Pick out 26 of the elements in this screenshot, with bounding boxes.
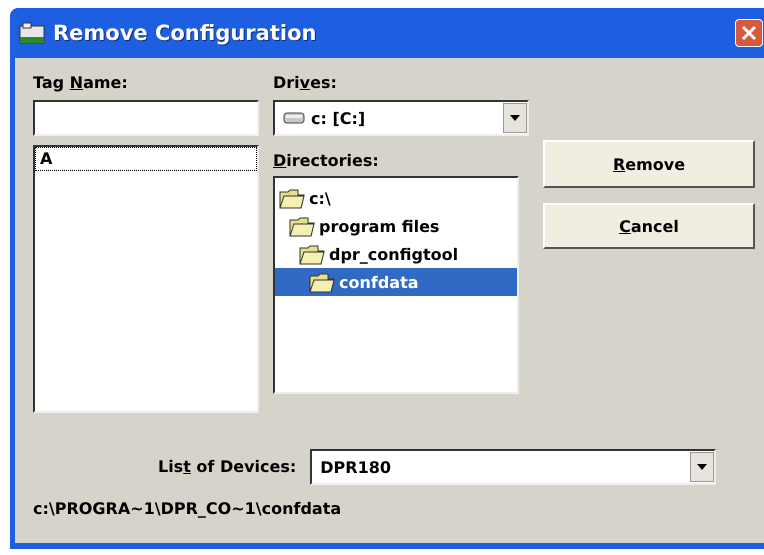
dialog-button[interactable]: Remove (543, 140, 755, 188)
drives-dropdown[interactable]: c: [C:] (273, 100, 529, 136)
window-title: Remove Configuration (53, 21, 316, 45)
folder-icon (289, 215, 315, 237)
directory-item[interactable]: program files (275, 212, 517, 240)
folder-icon (309, 271, 335, 293)
tag-name-label: Tag Name: (33, 72, 129, 94)
tag-list-item[interactable]: A (35, 147, 257, 171)
dialog-button[interactable]: Cancel (543, 203, 755, 249)
devices-dropdown[interactable]: DPR180 (310, 449, 716, 485)
tag-name-field[interactable] (33, 100, 259, 136)
folder-icon (279, 187, 305, 209)
directory-item[interactable]: c:\ (275, 184, 517, 212)
directory-item[interactable]: dpr_configtool (275, 240, 517, 268)
drives-label: Drives: (273, 72, 338, 94)
directory-item[interactable]: confdata (275, 268, 517, 296)
devices-label: List of Devices: (158, 456, 296, 478)
drive-icon (283, 111, 305, 125)
folder-icon (299, 243, 325, 265)
path-text: c:\PROGRA~1\DPR_CO~1\confdata (33, 499, 342, 518)
close-icon (740, 24, 758, 42)
window-icon (19, 22, 45, 44)
directory-tree[interactable]: c:\ program files dpr_configtool confdata (273, 176, 519, 394)
close-button[interactable] (735, 19, 763, 47)
directories-label: Directories: (273, 150, 380, 172)
tag-list[interactable]: A (33, 145, 259, 413)
